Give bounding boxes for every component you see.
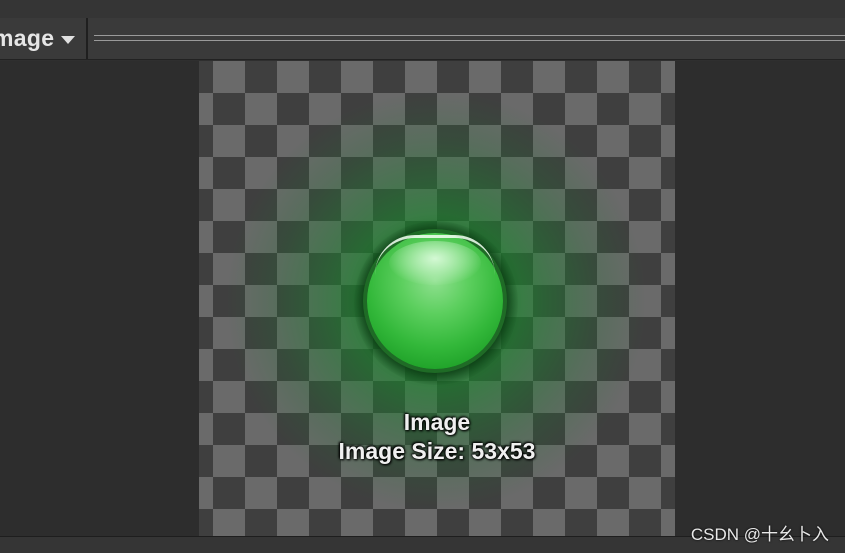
inspector-preview-panel: mage Image Image Size: 53x53 CSDN @十幺卜入 [0,0,845,553]
watermark: CSDN @十幺卜入 [690,525,829,544]
view-mode-label: mage [0,25,55,51]
view-mode-dropdown[interactable]: mage [0,18,86,59]
top-strip [0,0,845,19]
toolbar-divider [86,18,88,59]
orb-rim [375,235,495,275]
preview-caption: Image Image Size: 53x53 [199,408,675,466]
mip-slider[interactable] [94,35,845,41]
preview-title: Image [403,409,471,435]
caret-down-icon [61,35,76,44]
green-orb-image [367,233,503,369]
image-size-label: Image Size: 53x53 [338,438,536,464]
slider-line-bottom [94,40,845,41]
slider-line-top [94,35,845,36]
preview-toolbar: mage [0,18,845,60]
